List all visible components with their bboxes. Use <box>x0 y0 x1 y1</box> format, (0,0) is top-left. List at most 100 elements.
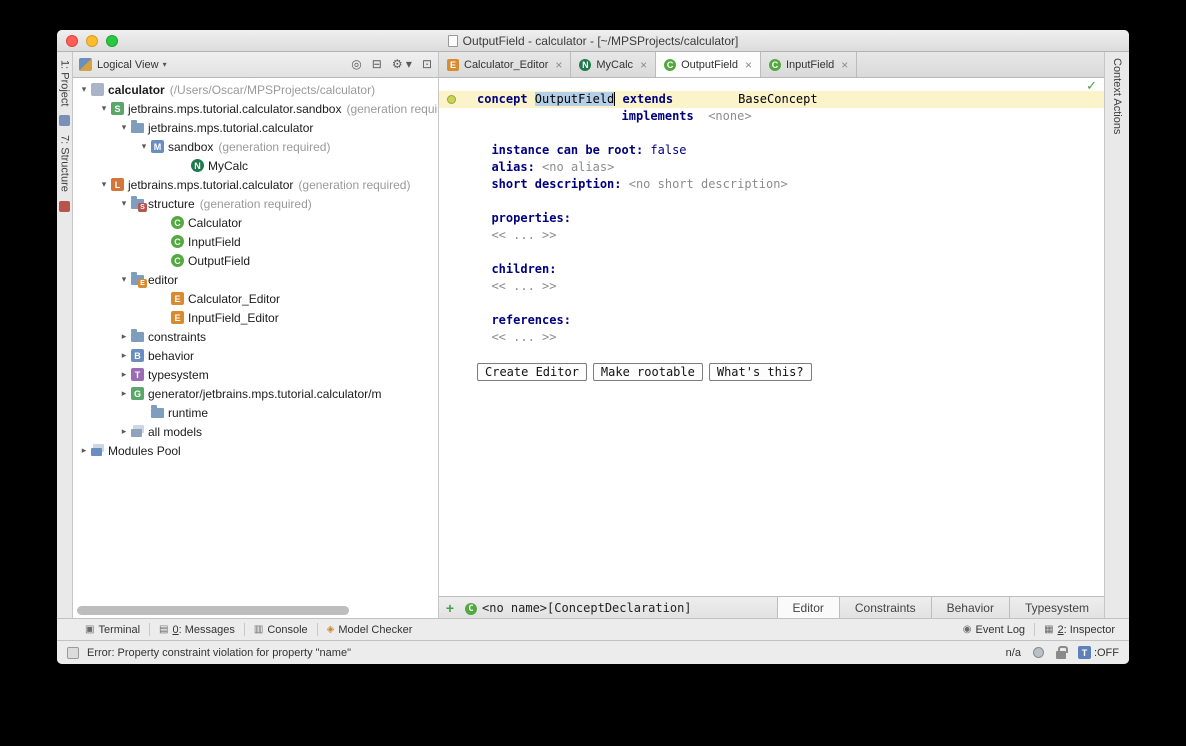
create-editor-button[interactable]: Create Editor <box>477 363 587 381</box>
tree-item[interactable]: ▸constraints <box>73 327 438 346</box>
code-line: << ... >> <box>439 227 1104 244</box>
tree-chevron-icon[interactable]: ▸ <box>117 388 131 399</box>
concept-icon: C <box>664 59 676 71</box>
concept-icon: C <box>769 59 781 71</box>
tool-window-button-icon-top[interactable] <box>59 115 70 126</box>
aspect-tab-constraints[interactable]: Constraints <box>839 597 931 618</box>
editor-tab-inputfield[interactable]: CInputField× <box>761 52 857 77</box>
tree-item[interactable]: runtime <box>73 403 438 422</box>
tree-chevron-icon[interactable]: ▾ <box>97 103 111 114</box>
chevron-down-icon[interactable]: ▾ <box>163 60 167 69</box>
editor-tab-label: Calculator_Editor <box>464 59 548 71</box>
tool-button-2-inspector[interactable]: ▦2: Inspector <box>1044 624 1115 636</box>
position-indicator[interactable]: n/a <box>1006 647 1021 659</box>
tree-item-label: generator/jetbrains.mps.tutorial.calcula… <box>148 387 381 401</box>
minimize-window-button[interactable] <box>86 35 98 47</box>
tool-window-button-icon-bottom[interactable] <box>59 201 70 212</box>
editor-tab-bar: ECalculator_Editor×NMyCalc×COutputField×… <box>439 52 1104 78</box>
collapse-all-icon[interactable]: ⊟ <box>372 58 382 71</box>
tool-stripe-context-actions-button[interactable]: Context Actions <box>1111 58 1123 134</box>
tree-item[interactable]: NMyCalc <box>73 156 438 175</box>
code-line <box>439 125 1104 142</box>
add-node-button[interactable]: + <box>439 600 461 616</box>
editor-footer: + C <no name>[ConceptDeclaration] Editor… <box>439 596 1104 618</box>
tree-item[interactable]: COutputField <box>73 251 438 270</box>
messages-icon: ▤ <box>159 624 168 635</box>
tab-close-icon[interactable]: × <box>640 58 647 72</box>
tool-button-0-messages[interactable]: ▤0: Messages <box>159 624 235 636</box>
view-selector[interactable]: Logical View <box>97 59 159 71</box>
code-line <box>439 295 1104 312</box>
tree-chevron-icon[interactable]: ▾ <box>117 274 131 285</box>
tree-item[interactable]: ▸Bbehavior <box>73 346 438 365</box>
settings-icon[interactable]: ⚙ ▾ <box>392 58 412 71</box>
tab-close-icon[interactable]: × <box>555 58 562 72</box>
tree-chevron-icon[interactable]: ▸ <box>117 426 131 437</box>
aspect-tab-editor[interactable]: Editor <box>777 597 839 618</box>
tool-stripe-structure-button[interactable]: 7: Structure <box>59 135 71 192</box>
tree-chevron-icon[interactable]: ▾ <box>77 84 91 95</box>
tool-button-terminal[interactable]: ▣Terminal <box>85 624 140 636</box>
tab-close-icon[interactable]: × <box>745 58 752 72</box>
editor-tab-label: OutputField <box>681 59 738 71</box>
tree-chevron-icon[interactable]: ▾ <box>117 198 131 209</box>
code-area[interactable]: ✓ concept OutputField extends BaseConcep… <box>439 78 1104 596</box>
folder-icon <box>151 408 164 418</box>
tree-chevron-icon[interactable]: ▸ <box>77 445 91 456</box>
editor-tab-outputfield[interactable]: C OutputField × <box>656 52 761 77</box>
right-tool-stripe: Context Actions <box>1104 52 1129 618</box>
tree-item[interactable]: ▾Sjetbrains.mps.tutorial.calculator.sand… <box>73 99 438 118</box>
aspect-tab-behavior[interactable]: Behavior <box>931 597 1009 618</box>
close-window-button[interactable] <box>66 35 78 47</box>
tree-item-label: jetbrains.mps.tutorial.calculator <box>128 178 293 192</box>
tree-item[interactable]: CCalculator <box>73 213 438 232</box>
tree-chevron-icon[interactable]: ▾ <box>117 122 131 133</box>
hide-icon[interactable]: ⊡ <box>422 58 432 71</box>
tool-button-event-log[interactable]: ◉Event Log <box>963 624 1025 636</box>
selected-cell[interactable]: OutputField <box>535 92 615 106</box>
tree-item[interactable]: ▸Ttypesystem <box>73 365 438 384</box>
horizontal-scrollbar[interactable] <box>77 606 349 615</box>
tree-chevron-icon[interactable]: ▾ <box>137 141 151 152</box>
tree-item[interactable]: EInputField_Editor <box>73 308 438 327</box>
tree-item[interactable]: ▾Sstructure(generation required) <box>73 194 438 213</box>
tree-item[interactable]: ▾Ljetbrains.mps.tutorial.calculator(gene… <box>73 175 438 194</box>
zoom-window-button[interactable] <box>106 35 118 47</box>
tree-chevron-icon[interactable]: ▸ <box>117 331 131 342</box>
tool-button-model-checker[interactable]: ◈Model Checker <box>327 624 413 636</box>
tree-chevron-icon[interactable]: ▸ <box>117 369 131 380</box>
tree-item[interactable]: ▾Eeditor <box>73 270 438 289</box>
left-tool-stripe: 1: Project 7: Structure <box>57 52 73 618</box>
tool-stripe-project-button[interactable]: 1: Project <box>59 60 71 106</box>
tree-item[interactable]: ▸Modules Pool <box>73 441 438 460</box>
tree-chevron-icon[interactable]: ▾ <box>97 179 111 190</box>
what-s-this-button[interactable]: What's this? <box>709 363 812 381</box>
tree-item[interactable]: CInputField <box>73 232 438 251</box>
code-line <box>439 193 1104 210</box>
code-line: children: <box>439 261 1104 278</box>
tree-item[interactable]: ▾Msandbox(generation required) <box>73 137 438 156</box>
tree-chevron-icon[interactable]: ▸ <box>117 350 131 361</box>
tree-item[interactable]: ▸all models <box>73 422 438 441</box>
tab-close-icon[interactable]: × <box>841 58 848 72</box>
tree-item[interactable]: ECalculator_Editor <box>73 289 438 308</box>
lock-icon[interactable] <box>1056 651 1066 659</box>
tree-item[interactable]: ▾calculator(/Users/Oscar/MPSProjects/cal… <box>73 80 438 99</box>
code-line <box>439 244 1104 261</box>
aspect-tabs: EditorConstraintsBehaviorTypesystem <box>777 597 1104 618</box>
make-rootable-button[interactable]: Make rootable <box>593 363 703 381</box>
code-line: properties: <box>439 210 1104 227</box>
aspect-tab-typesystem[interactable]: Typesystem <box>1009 597 1104 618</box>
tree-item[interactable]: ▾jetbrains.mps.tutorial.calculator <box>73 118 438 137</box>
editor-tab-mycalc[interactable]: NMyCalc× <box>571 52 656 77</box>
tree-item[interactable]: ▸Ggenerator/jetbrains.mps.tutorial.calcu… <box>73 384 438 403</box>
code-line: implements <none> <box>439 108 1104 125</box>
tree-item-label: editor <box>148 273 178 287</box>
typesystem-toggle[interactable]: T :OFF <box>1078 646 1119 659</box>
hector-icon[interactable] <box>1033 647 1044 658</box>
code-buttons: Create Editor Make rootable What's this? <box>439 363 1104 381</box>
code-line: << ... >> <box>439 278 1104 295</box>
editor-tab-calculator-editor[interactable]: ECalculator_Editor× <box>439 52 571 77</box>
scroll-from-source-icon[interactable]: ◎ <box>351 58 361 71</box>
tool-button-console[interactable]: ▥Console <box>254 624 308 636</box>
